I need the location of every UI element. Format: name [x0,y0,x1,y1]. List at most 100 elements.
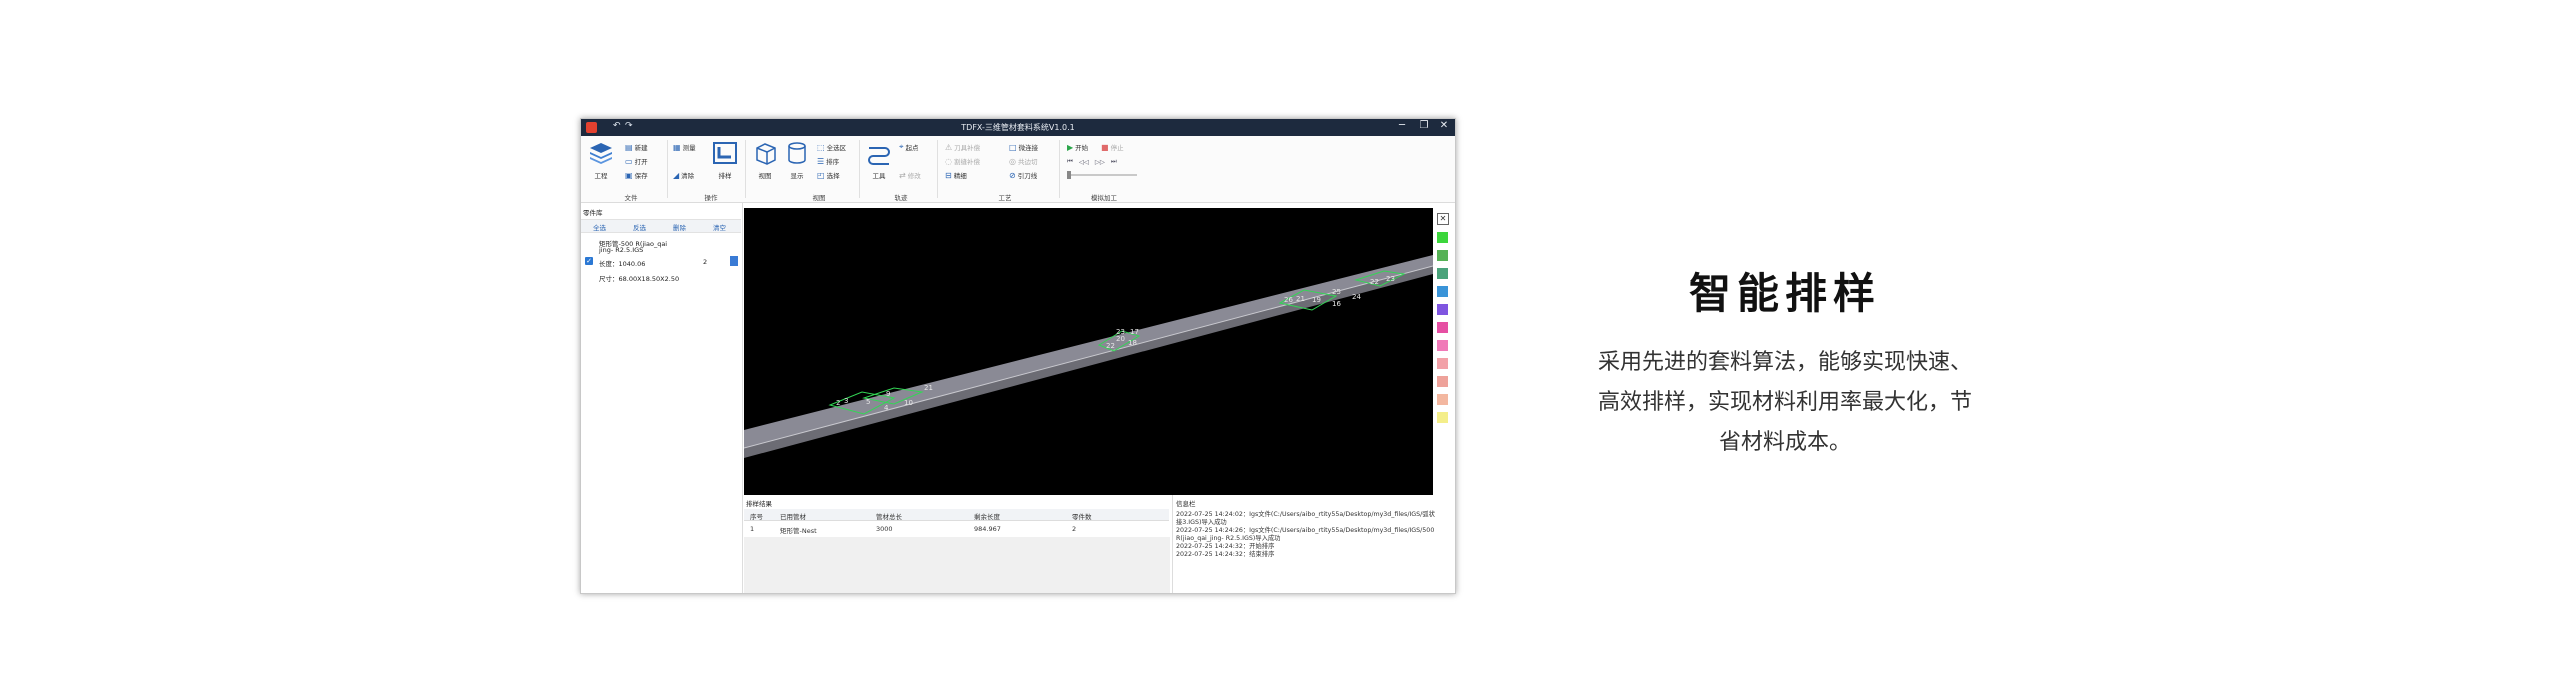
results-title: 排样结果 [746,500,772,508]
operation-group-label: 操作 [704,194,718,202]
results-col-total: 管材总长 [876,513,902,521]
sim-start-button[interactable]: ▶ 开始 [1067,142,1088,153]
part-label: 19 [1312,296,1321,304]
info-log: 2022-07-25 14:24:02：Igs文件(C:/Users/aibo_… [1176,511,1456,559]
tool-button[interactable]: 工具 [865,140,893,180]
process-group-label: 工艺 [998,194,1012,202]
start-point-button[interactable]: ⌖ 起点 [899,142,919,152]
log-line: 2022-07-25 14:24:26：Igs文件(C:/Users/aibo_… [1176,527,1435,534]
pipe-side [744,255,1433,448]
layers-icon [590,143,612,164]
start-point-label: 起点 [905,144,919,152]
speed-slider[interactable] [1067,174,1137,176]
show-label: 显示 [790,172,804,180]
close-palette-icon[interactable]: ✕ [1437,213,1449,225]
clear-parts-button[interactable]: 清空 [713,222,726,232]
part-size: 尺寸：68.00X18.50X2.50 [599,275,680,283]
open-button[interactable]: ▭ 打开 [625,156,648,167]
lead-out-button[interactable]: ◌ 割缝补偿 [945,156,980,167]
measure-label: 测量 [682,144,696,152]
show-button[interactable]: 显示 [783,140,811,180]
part-checkbox[interactable]: ✓ [585,257,593,265]
selection-button[interactable]: ◰ 选择 [817,170,840,181]
select-all-parts-button[interactable]: 全选 [593,222,606,232]
window-title: TDFX-三维管材套料系统V1.0.1 [961,123,1075,132]
divider [859,140,860,198]
common-edge-button[interactable]: ◎ 共边切 [1009,156,1037,167]
maximize-button[interactable]: ❐ [1415,120,1433,131]
save-button[interactable]: ▣ 保存 [625,170,648,181]
part-label: 26 [1284,296,1293,304]
select-all-button[interactable]: ⬚ 全选区 [817,142,847,153]
feature-description: 智能排样 采用先进的套料算法，能够实现快速、 高效排样，实现材料利用率最大化，节… [1560,260,2010,463]
sort-button[interactable]: ☰ 排序 [817,156,840,167]
part-color-swatch[interactable] [730,256,738,266]
color-swatch[interactable] [1437,286,1448,297]
skip-start-icon[interactable]: ⏮ [1067,157,1073,166]
invert-selection-button[interactable]: 反选 [633,222,646,232]
lead-in-button[interactable]: ⚠ 刀具补偿 [945,142,980,153]
close-button[interactable]: ✕ [1435,120,1453,131]
minimize-button[interactable]: ─ [1393,120,1411,131]
part-label: 9 [886,390,890,398]
fine-cut-button[interactable]: ⊟ 精细 [945,170,967,181]
nest-icon [713,142,737,164]
color-swatch[interactable] [1437,250,1448,261]
color-swatch[interactable] [1437,412,1448,423]
clear-button[interactable]: ◢ 清除 [673,170,695,181]
results-cell[interactable]: 2 [1072,525,1076,533]
part-label: 10 [904,399,913,407]
step-forward-icon[interactable]: ▷▷ [1095,158,1105,166]
divider [937,140,938,198]
part-label: 18 [1128,339,1137,347]
speed-slider-handle[interactable] [1067,171,1071,179]
part-library-panel: 零件库 全选 反选 删除 清空 矩形管-500 R(jiao_qai jing-… [581,203,743,593]
skip-end-icon[interactable]: ⏭ [1111,157,1117,166]
part-label: 25 [1332,288,1341,296]
delete-part-button[interactable]: 删除 [673,222,686,232]
measure-button[interactable]: ▦ 测量 [673,142,696,153]
results-empty-area [744,537,1170,593]
sort-label: 排序 [826,158,840,166]
part-quantity[interactable]: 2 [703,258,707,266]
cut-order-button[interactable]: ⊘ 引刀线 [1009,170,1038,181]
modify-button[interactable]: ⇄ 修改 [899,170,921,181]
color-swatch[interactable] [1437,268,1448,279]
results-cell[interactable]: 1 [750,525,754,533]
color-swatch[interactable] [1437,394,1448,405]
view-group-label: 视图 [812,194,826,202]
color-swatch[interactable] [1437,340,1448,351]
info-title: 信息栏 [1176,500,1196,508]
cut-order-label: 引刀线 [1017,172,1038,180]
color-swatch[interactable] [1437,376,1448,387]
clear-label: 清除 [681,172,695,180]
new-button[interactable]: ▤ 新建 [625,142,648,153]
modify-label: 修改 [907,172,921,180]
lead-out-label: 割缝补偿 [953,158,980,166]
results-cell[interactable]: 3000 [876,525,893,533]
sim-stop-button[interactable]: ■ 停止 [1101,142,1124,153]
micro-joint-button[interactable]: □ 微连接 [1009,142,1038,153]
nest-button[interactable]: 排样 [711,140,739,180]
nesting-scene: 2 3 5 4 9 10 21 22 20 18 23 17 26 21 19 … [743,255,1434,458]
select-all-label: 全选区 [826,144,847,152]
results-cell[interactable]: 984.967 [974,525,1001,533]
project-button[interactable]: 工程 [587,140,615,180]
feature-text-line: 高效排样，实现材料利用率最大化，节 [1597,390,1972,415]
edit-icon: ⇄ [899,170,906,180]
part-label: 22 [1370,278,1379,286]
3d-viewport[interactable]: 2 3 5 4 9 10 21 22 20 18 23 17 26 21 19 … [743,208,1434,495]
divider [745,140,746,198]
color-swatch[interactable] [1437,358,1448,369]
panel-title: 零件库 [583,209,603,217]
view-button[interactable]: 视图 [751,140,779,180]
fine-icon: ⊟ [945,170,952,180]
color-swatch[interactable] [1437,322,1448,333]
trajectory-group-label: 轨迹 [894,194,908,202]
results-cell[interactable]: 矩形管-Nest [780,525,817,535]
color-swatch[interactable] [1437,304,1448,315]
fine-cut-label: 精细 [953,172,967,180]
common-edge-icon: ◎ [1009,156,1016,166]
color-swatch[interactable] [1437,232,1448,243]
step-back-icon[interactable]: ◁◁ [1079,158,1089,166]
